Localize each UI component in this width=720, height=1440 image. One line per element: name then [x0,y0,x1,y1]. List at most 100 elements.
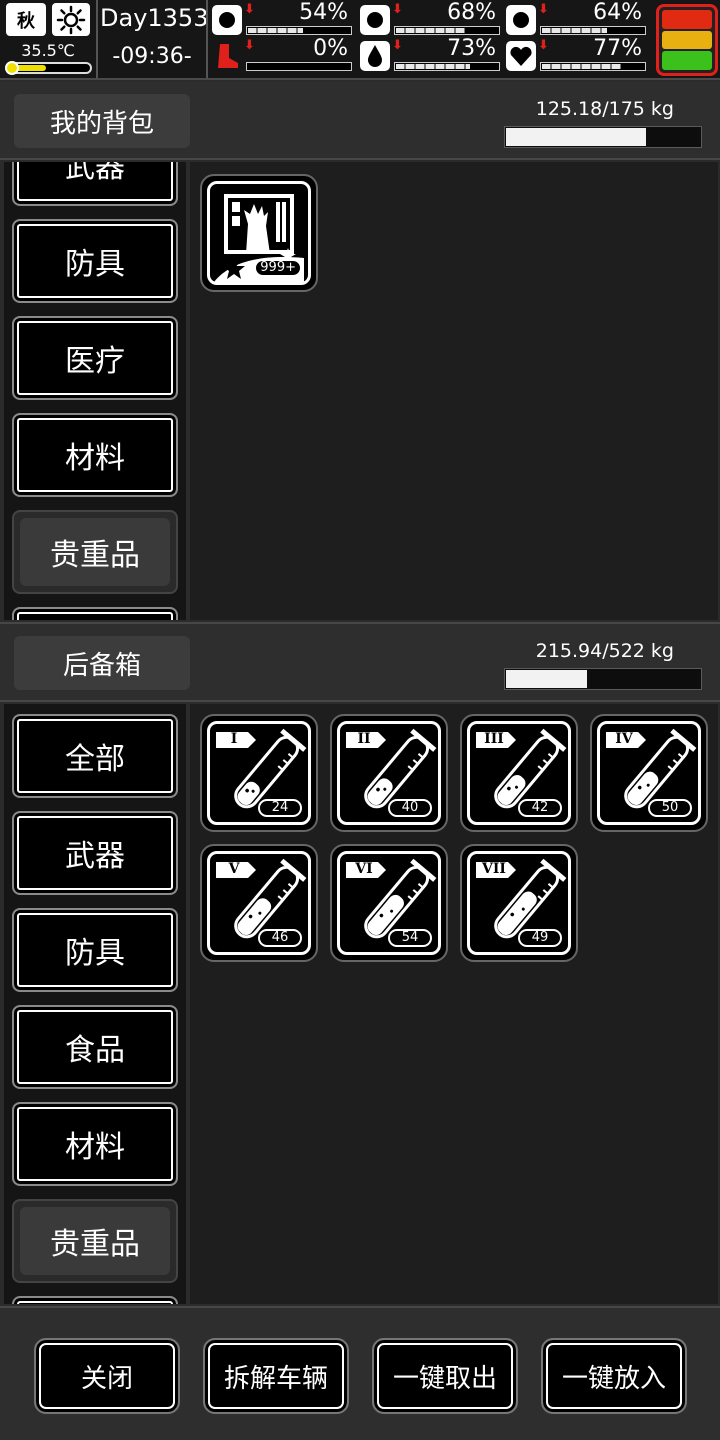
tier-label: VII [482,861,506,877]
zombie-hand-card-icon: 999+ [207,181,311,285]
trunk-weight-bar-fill [506,670,587,688]
category-all[interactable]: 全部 [12,714,178,798]
category-medical[interactable]: 医疗 [12,316,178,400]
backpack-header: 我的背包 125.18/175 kg [0,82,720,160]
item-quantity: 50 [648,799,692,817]
category-label: 全部 [65,742,125,777]
category-label: 医疗 [65,344,125,379]
tier-label: IV [615,731,633,747]
trunk-header: 后备箱 215.94/522 kg [0,622,720,702]
item-quantity: 999+ [254,259,302,277]
inventory-slot[interactable]: III 42 [460,714,578,832]
category-weapons[interactable]: 武器 [12,811,178,895]
close-button[interactable]: 关闭 [34,1338,180,1414]
vital-stat-bar-fill [248,28,304,33]
backpack-category-list[interactable]: 武器防具医疗材料贵重品 [4,162,186,620]
category-weapons[interactable]: 武器 [12,162,178,206]
item-quantity: 24 [258,799,302,817]
vital-stat-bar [394,26,500,35]
category-label: 贵重品 [50,538,140,573]
inventory-slot[interactable]: II 40 [330,714,448,832]
vital-stat: ⬇ 54% [212,0,352,38]
vital-stat-value: 0% [313,36,348,61]
dismantle-vehicle-button[interactable]: 拆解车辆 [203,1338,349,1414]
inventory-slot[interactable]: VII 49 [460,844,578,962]
test-tube-icon: I 24 [207,721,311,825]
tier-label: I [230,731,238,747]
tier-label: II [357,731,371,747]
category-armor[interactable]: 防具 [12,219,178,303]
vital-stat-bar [540,26,646,35]
category-food[interactable]: 食品 [12,1005,178,1089]
vital-stat-value: 68% [447,0,496,25]
category-materials[interactable]: 材料 [12,1102,178,1186]
divider [96,0,98,78]
inventory-slot[interactable]: IV 50 [590,714,708,832]
test-tube-icon: V 46 [207,851,311,955]
inventory-slot[interactable]: 999+ [200,174,318,292]
test-tube-icon: IV 50 [597,721,701,825]
item-quantity: 54 [388,929,432,947]
vital-stat-bar-fill [396,28,466,33]
vital-stat-value: 73% [447,36,496,61]
category-label: 武器 [65,162,125,185]
vital-stat-value: 64% [593,0,642,25]
vital-stat-value: 54% [299,0,348,25]
trend-down-icon: ⬇ [392,2,403,17]
danger-indicator-yellow [662,30,712,50]
danger-indicator-red [662,10,712,29]
vital-stat: ⬇ 77% [506,36,646,74]
backpack-weight: 125.18/175 kg [535,98,674,120]
trunk-weight-bar [504,668,702,690]
boot-icon [212,41,242,71]
tier-label: V [228,861,240,877]
inventory-slot[interactable]: VI 54 [330,844,448,962]
vital-stat-bar [540,62,646,71]
pill-icon [506,5,536,35]
backpack-item-grid: 999+ [190,162,718,620]
category-label: 食品 [65,1033,125,1068]
vital-stat: ⬇ 64% [506,0,646,38]
day-counter: Day1353 [100,4,209,32]
category-valuables[interactable]: 贵重品 [12,510,178,594]
trunk-category-list[interactable]: 全部武器防具食品材料贵重品 [4,704,186,1304]
inventory-slot[interactable]: V 46 [200,844,318,962]
vital-stat: ⬇ 68% [360,0,500,38]
medkit-icon [212,5,242,35]
heart-icon [506,41,536,71]
water-drop-icon [360,41,390,71]
tier-label: VI [355,861,373,877]
item-quantity: 42 [518,799,562,817]
trend-down-icon: ⬇ [392,38,403,53]
vital-stat-bar-fill [542,28,608,33]
category-label: 防具 [65,247,125,282]
vital-stat-bar [246,26,352,35]
temperature-label: 35.5℃ [21,41,75,60]
vital-stat-bar [246,62,352,71]
trunk-item-grid: I 24 II 40 III 42 IV 50 V 46 VI 54 VII 49 [190,704,718,1304]
category-more[interactable] [12,1296,178,1304]
action-bar: 关闭 拆解车辆 一键取出 一键放入 [0,1306,720,1440]
take-all-button[interactable]: 一键取出 [372,1338,518,1414]
tier-label: III [484,731,504,747]
category-valuables[interactable]: 贵重品 [12,1199,178,1283]
vital-stat-bar-fill [396,64,471,69]
test-tube-icon: VI 54 [337,851,441,955]
divider [206,0,208,78]
status-bar: 秋 35.5℃ Day1353 -09:36- ⬇ 54% ⬇ 68% ⬇ 64% ⬇ 0% ⬇… [0,0,720,80]
trunk-title-button[interactable]: 后备箱 [14,636,190,690]
category-materials[interactable]: 材料 [12,413,178,497]
put-all-button[interactable]: 一键放入 [541,1338,687,1414]
vital-stat-value: 77% [593,36,642,61]
category-armor[interactable]: 防具 [12,908,178,992]
item-quantity: 49 [518,929,562,947]
test-tube-icon: III 42 [467,721,571,825]
category-label: 材料 [65,441,125,476]
danger-indicator-green [662,51,712,71]
backpack-title-button[interactable]: 我的背包 [14,94,190,148]
inventory-slot[interactable]: I 24 [200,714,318,832]
test-tube-icon: II 40 [337,721,441,825]
trend-down-icon: ⬇ [244,38,255,53]
category-more[interactable] [12,607,178,620]
item-quantity: 46 [258,929,302,947]
